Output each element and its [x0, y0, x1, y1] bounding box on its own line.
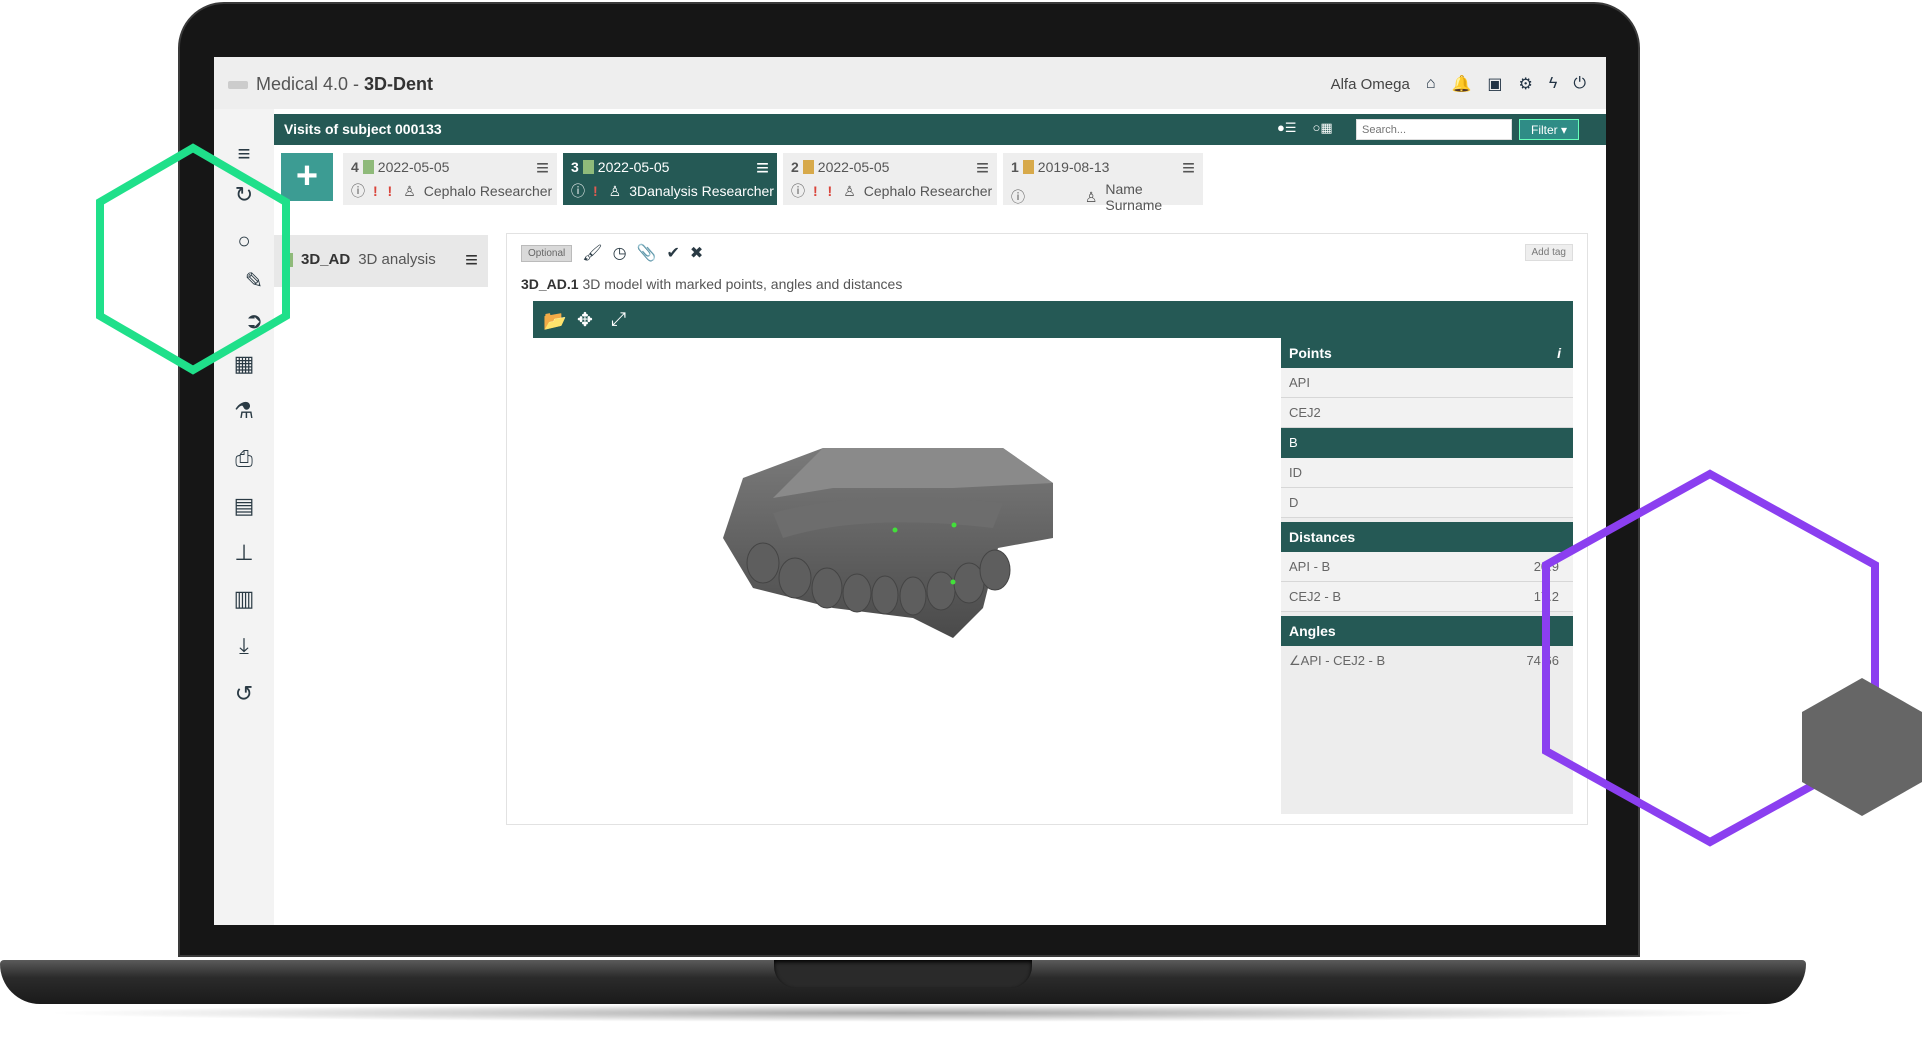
filter-button[interactable]: Filter ▾ [1519, 119, 1579, 140]
user-icon: ♙ [1084, 188, 1098, 205]
warning-marks: ! ! [373, 183, 396, 199]
check-circle-icon[interactable]: ✔ [666, 243, 679, 263]
expand-icon[interactable]: ⤢ [611, 309, 626, 331]
add-tag-button[interactable]: Add tag [1524, 244, 1573, 261]
visit-card-2[interactable]: 2 2022-05-05 ≡ ⓘ! ! ♙ Cephalo Researcher [783, 153, 997, 205]
search-input[interactable] [1356, 119, 1512, 140]
optional-toggle[interactable]: Optional [521, 244, 573, 262]
marked-point[interactable] [892, 527, 898, 533]
warning-marks: ! [593, 183, 601, 199]
visit-date: 2019-08-13 [1037, 159, 1110, 175]
visit-researcher: Cephalo Researcher [423, 183, 553, 199]
clock-icon[interactable]: ◷ [613, 243, 627, 263]
info-icon[interactable]: ⓘ [1011, 187, 1025, 207]
app-logo [228, 81, 248, 90]
point-row-api[interactable]: API [1281, 368, 1573, 398]
user-name[interactable]: Alfa Omega [1331, 76, 1410, 93]
distances-header: Distances [1281, 522, 1573, 552]
visit-menu-icon[interactable]: ≡ [1182, 155, 1195, 181]
panel-toolbar: Optional 🖌 ◷ 📎 ✔ ✖ [521, 243, 703, 263]
info-icon[interactable]: ⓘ [571, 181, 585, 201]
visit-color-square [362, 160, 374, 174]
warning-marks: ! ! [813, 183, 836, 199]
gray-hexagon-decoration [1802, 678, 1922, 816]
user-icon: ♙ [843, 182, 856, 199]
distance-row[interactable]: CEJ2 - B 17.2 [1281, 582, 1573, 612]
app-screen: Medical 4.0 - 3D-Dent Alfa Omega ⌂ 🔔 ▣ ⚙… [214, 57, 1606, 925]
visit-date: 2022-05-05 [817, 159, 890, 175]
app-title: Medical 4.0 - 3D-Dent [228, 74, 433, 95]
distance-row[interactable]: API - B 20.9 [1281, 552, 1573, 582]
visit-menu-icon[interactable]: ≡ [536, 155, 549, 181]
module-list: 3D_AD 3D analysis ≡ [274, 235, 488, 287]
info-icon[interactable]: i [1557, 338, 1561, 368]
visits-title: Visits of subject 000133 [284, 121, 442, 137]
visit-card-1[interactable]: 1 2019-08-13 ≡ ⓘ ♙ Name Surname [1003, 153, 1203, 213]
move-icon[interactable]: ✥ [577, 309, 593, 332]
sitemap-icon[interactable]: ⊥ [224, 538, 264, 568]
download-icon[interactable]: ⤓ [224, 631, 264, 661]
laptop-shadow [40, 1004, 1766, 1022]
visit-date: 2022-05-05 [597, 159, 670, 175]
viewer-toolbar: 📂 ✥ ⤢ [533, 301, 1573, 338]
marked-point[interactable] [951, 522, 957, 528]
visit-date: 2022-05-05 [377, 159, 450, 175]
point-row-d[interactable]: D [1281, 488, 1573, 518]
visit-menu-icon[interactable]: ≡ [976, 155, 989, 181]
list-view-icon[interactable]: ●☰ [1277, 120, 1297, 136]
analysis-panel: Optional 🖌 ◷ 📎 ✔ ✖ Add tag 3D_AD.1 3D mo… [506, 233, 1588, 825]
dental-model[interactable] [533, 338, 1281, 814]
history-icon[interactable]: ↺ [224, 679, 264, 709]
bar-chart-icon[interactable]: ▥ [224, 584, 264, 614]
angles-header: Angles [1281, 616, 1573, 646]
3d-viewport[interactable] [533, 338, 1281, 814]
folder-open-icon[interactable]: 📂 [543, 309, 567, 333]
point-row-id[interactable]: ID [1281, 458, 1573, 488]
measurements-sidebar: Points i API CEJ2 B ID D Distances API - … [1281, 338, 1573, 814]
power-icon[interactable]: ⏻ [1573, 75, 1586, 93]
visit-card-3[interactable]: 3 2022-05-05 ≡ ⓘ! ♙ 3Danalysis Researcher [563, 153, 777, 205]
view-toggles: ●☰ ○▦ [1277, 120, 1333, 136]
visit-researcher: Name Surname [1105, 181, 1163, 213]
print-icon[interactable]: ⎙ [224, 444, 264, 474]
bolt-icon[interactable]: ϟ [1549, 75, 1557, 93]
marked-point[interactable] [950, 579, 956, 585]
visit-researcher: 3Danalysis Researcher [629, 183, 774, 199]
id-card-icon[interactable]: ▣ [1487, 74, 1502, 94]
point-row-cej2[interactable]: CEJ2 [1281, 398, 1573, 428]
close-circle-icon[interactable]: ✖ [690, 243, 703, 263]
section-title: 3D_AD.1 3D model with marked points, ang… [521, 276, 903, 292]
home-icon[interactable]: ⌂ [1426, 75, 1436, 93]
grid-view-icon[interactable]: ○▦ [1313, 120, 1333, 136]
visit-menu-icon[interactable]: ≡ [756, 155, 769, 181]
user-icon: ♙ [608, 182, 622, 199]
green-hexagon-decoration [96, 143, 290, 375]
info-icon[interactable]: ⓘ [351, 181, 365, 201]
visit-color-square [802, 160, 814, 174]
visit-color-square [1022, 160, 1034, 174]
bell-icon[interactable]: 🔔 [1451, 74, 1471, 94]
module-menu-icon[interactable]: ≡ [465, 247, 478, 273]
user-toolbar: Alfa Omega ⌂ 🔔 ▣ ⚙ ϟ ⏻ [1331, 74, 1586, 94]
brush-icon[interactable]: 🖌 [582, 243, 602, 263]
visits-header: Visits of subject 000133 ●☰ ○▦ Filter ▾ [274, 114, 1606, 145]
module-item-3d-ad[interactable]: 3D_AD 3D analysis [282, 251, 436, 268]
points-header: Points i [1281, 338, 1573, 368]
gear-icon[interactable]: ⚙ [1519, 74, 1533, 94]
point-row-b[interactable]: B [1281, 428, 1573, 458]
document-icon[interactable]: ▤ [224, 491, 264, 521]
laptop-hinge-notch [774, 960, 1032, 988]
info-icon[interactable]: ⓘ [791, 181, 805, 201]
visit-researcher: Cephalo Researcher [863, 183, 993, 199]
user-icon: ♙ [403, 182, 416, 199]
angle-row[interactable]: ∠API - CEJ2 - B 74.66 [1281, 646, 1573, 676]
visit-card-4[interactable]: 4 2022-05-05 ≡ ⓘ! ! ♙ Cephalo Researcher [343, 153, 557, 205]
paperclip-icon[interactable]: 📎 [637, 243, 657, 263]
flask-icon[interactable]: ⚗ [224, 396, 264, 426]
visit-color-square [582, 160, 594, 174]
app-bar: Medical 4.0 - 3D-Dent Alfa Omega ⌂ 🔔 ▣ ⚙… [214, 57, 1606, 109]
